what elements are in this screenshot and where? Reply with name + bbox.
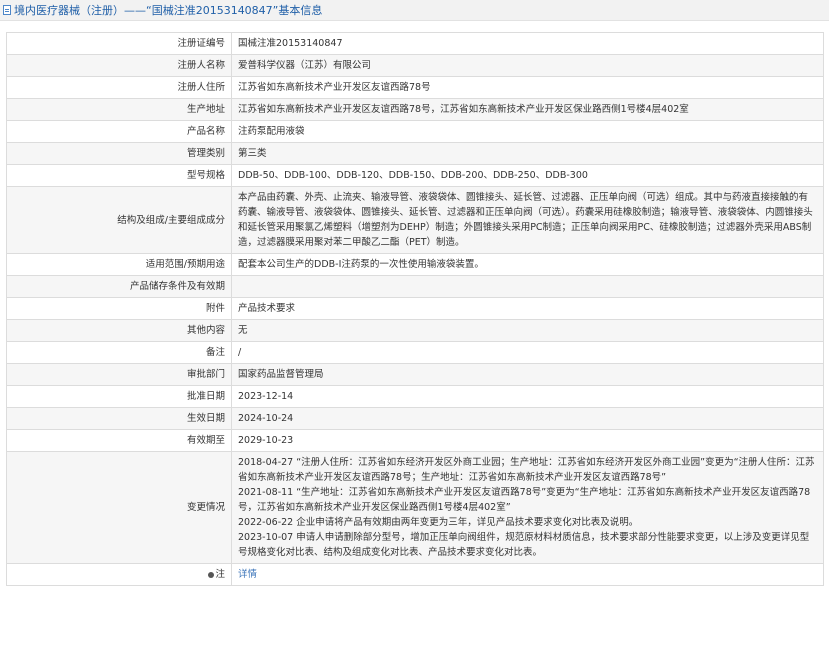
info-table-footer: 变更情况 2018-04-27 “注册人住所：江苏省如东经济开发区外商工业园；生…	[6, 451, 824, 586]
row-value: 第三类	[231, 142, 824, 165]
registration-info-table: 注册证编号 国械注准20153140847 注册人名称 爱普科学仪器（江苏）有限公司注…	[6, 32, 824, 586]
row-value: 江苏省如东高新技术产业开发区友谊西路78号	[231, 76, 824, 99]
row-label: 产品名称	[6, 120, 232, 143]
table-row: 生产地址 江苏省如东高新技术产业开发区友谊西路78号，江苏省如东高新技术产业开发区…	[6, 98, 824, 121]
row-label: 注册证编号	[6, 32, 232, 55]
table-row: 管理类别 第三类	[6, 142, 824, 165]
detail-link[interactable]: 详情	[238, 569, 257, 580]
row-label: 型号规格	[6, 164, 232, 187]
table-row: 有效期至 2029-10-23	[6, 429, 824, 452]
row-label-changes: 变更情况	[6, 451, 232, 564]
note-value: 详情	[231, 563, 824, 586]
row-label-note: 注	[6, 563, 232, 586]
row-value: 产品技术要求	[231, 297, 824, 320]
row-value: 爱普科学仪器（江苏）有限公司	[231, 54, 824, 77]
row-value: /	[231, 341, 824, 364]
table-row: 备注 /	[6, 341, 824, 364]
row-value	[231, 275, 824, 298]
row-label: 批准日期	[6, 385, 232, 408]
table-row: 注册人名称 爱普科学仪器（江苏）有限公司	[6, 54, 824, 77]
table-row: 批准日期 2023-12-14	[6, 385, 824, 408]
row-label: 结构及组成/主要组成成分	[6, 186, 232, 254]
row-value: 2023-12-14	[231, 385, 824, 408]
table-row: 注册人住所 江苏省如东高新技术产业开发区友谊西路78号	[6, 76, 824, 99]
row-value: DDB-50、DDB-100、DDB-120、DDB-150、DDB-200、D…	[231, 164, 824, 187]
table-row: 审批部门 国家药品监督管理局	[6, 363, 824, 386]
table-row: 结构及组成/主要组成成分 本产品由药囊、外壳、止流夹、输液导管、液袋袋体、圆锥接头…	[6, 186, 824, 254]
table-row: 产品储存条件及有效期	[6, 275, 824, 298]
table-row: 适用范围/预期用途 配套本公司生产的DDB-Ⅰ注药泵的一次性使用输液袋装置。	[6, 253, 824, 276]
note-icon	[208, 571, 215, 578]
row-value: 国家药品监督管理局	[231, 363, 824, 386]
row-label: 附件	[6, 297, 232, 320]
row-label: 注册人名称	[6, 54, 232, 77]
row-label: 产品储存条件及有效期	[6, 275, 232, 298]
row-label: 生效日期	[6, 407, 232, 430]
row-value: 国械注准20153140847	[231, 32, 824, 55]
row-value: 2029-10-23	[231, 429, 824, 452]
row-label: 管理类别	[6, 142, 232, 165]
row-label: 生产地址	[6, 98, 232, 121]
row-label: 有效期至	[6, 429, 232, 452]
row-label: 注册人住所	[6, 76, 232, 99]
row-value: 本产品由药囊、外壳、止流夹、输液导管、液袋袋体、圆锥接头、延长管、过滤器、正压单…	[231, 186, 824, 254]
row-value: 2024-10-24	[231, 407, 824, 430]
row-label: 其他内容	[6, 319, 232, 342]
table-row: 附件 产品技术要求	[6, 297, 824, 320]
change-item: 2018-04-27 “注册人住所：江苏省如东经济开发区外商工业园；生产地址：江…	[238, 457, 815, 483]
page-title: 境内医疗器械（注册）——“国械注准20153140847”基本信息	[14, 4, 323, 17]
page-header: 境内医疗器械（注册）——“国械注准20153140847”基本信息	[0, 0, 829, 21]
row-value: 注药泵配用液袋	[231, 120, 824, 143]
row-label: 审批部门	[6, 363, 232, 386]
row-value: 江苏省如东高新技术产业开发区友谊西路78号，江苏省如东高新技术产业开发区保业路西…	[231, 98, 824, 121]
change-item: 2023-10-07 申请人申请删除部分型号，增加正压单向阀组件，规范原材料材质…	[238, 532, 810, 558]
change-item: 2021-08-11 “生产地址：江苏省如东高新技术产业开发区友谊西路78号”变…	[238, 487, 811, 513]
table-row-changes: 变更情况 2018-04-27 “注册人住所：江苏省如东经济开发区外商工业园；生…	[6, 451, 824, 564]
row-label: 备注	[6, 341, 232, 364]
table-row: 型号规格 DDB-50、DDB-100、DDB-120、DDB-150、DDB-2…	[6, 164, 824, 187]
table-row: 注册证编号 国械注准20153140847	[6, 32, 824, 55]
table-row: 生效日期 2024-10-24	[6, 407, 824, 430]
changes-list: 2018-04-27 “注册人住所：江苏省如东经济开发区外商工业园；生产地址：江…	[231, 451, 824, 564]
change-item: 2022-06-22 企业申请将产品有效期由两年变更为三年，详见产品技术要求变化…	[238, 517, 639, 528]
row-value: 无	[231, 319, 824, 342]
table-row: 产品名称 注药泵配用液袋	[6, 120, 824, 143]
info-table-body: 注册证编号 国械注准20153140847 注册人名称 爱普科学仪器（江苏）有限公司注…	[6, 32, 824, 452]
row-value: 配套本公司生产的DDB-Ⅰ注药泵的一次性使用输液袋装置。	[231, 253, 824, 276]
note-label: 注	[215, 569, 225, 580]
document-icon	[3, 5, 11, 15]
row-label: 适用范围/预期用途	[6, 253, 232, 276]
table-row-note: 注 详情	[6, 563, 824, 586]
table-row: 其他内容无	[6, 319, 824, 342]
